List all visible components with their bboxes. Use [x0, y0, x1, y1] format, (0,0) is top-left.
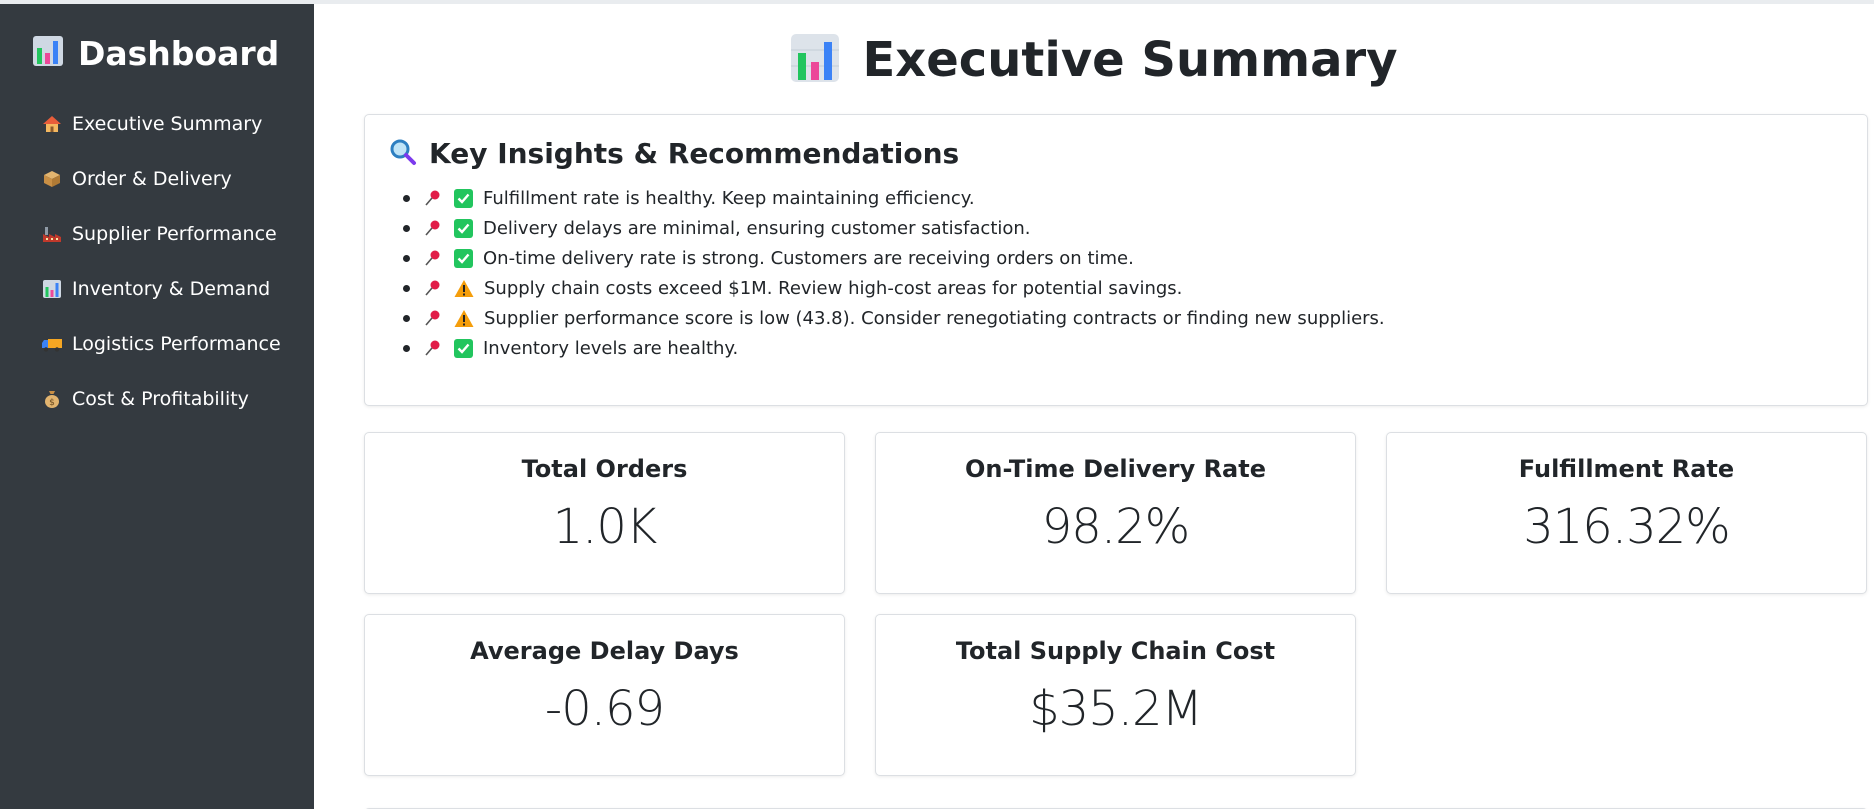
pushpin-icon: [424, 339, 442, 357]
kpi-label: Total Supply Chain Cost: [955, 637, 1276, 665]
sidebar-item-order-delivery[interactable]: Order & Delivery: [40, 151, 310, 206]
sidebar-nav: Executive Summary Order & Delivery Suppl…: [40, 96, 310, 426]
kpi-card-on-time-delivery-rate: On-Time Delivery Rate 98.2%: [875, 432, 1356, 594]
factory-icon: [40, 224, 64, 244]
sidebar-brand-title: Dashboard: [78, 33, 280, 73]
insights-list: Fulfillment rate is healthy. Keep mainta…: [403, 183, 1385, 363]
insight-text: On-time delivery rate is strong. Custome…: [483, 247, 1134, 269]
kpi-label: Total Orders: [521, 455, 688, 483]
sidebar-item-inventory-demand[interactable]: Inventory & Demand: [40, 261, 310, 316]
insight-text: Supplier performance score is low (43.8)…: [484, 307, 1385, 329]
bullet: [403, 224, 410, 232]
kpi-card-total-supply-chain-cost: Total Supply Chain Cost $35.2M: [875, 614, 1356, 776]
list-item: Fulfillment rate is healthy. Keep mainta…: [403, 183, 1385, 213]
warning-icon: [454, 279, 474, 298]
check-icon: [454, 338, 473, 358]
main-content: Executive Summary Key Insights & Recomme…: [314, 4, 1874, 809]
list-item: On-time delivery rate is strong. Custome…: [403, 243, 1385, 273]
insights-title: Key Insights & Recommendations: [429, 137, 960, 170]
house-icon: [40, 114, 64, 134]
list-item: Inventory levels are healthy.: [403, 333, 1385, 363]
sidebar-item-cost-profitability[interactable]: $ Cost & Profitability: [40, 371, 310, 426]
sidebar-item-label: Logistics Performance: [72, 332, 281, 355]
warning-icon: [454, 309, 474, 328]
kpi-card-fulfillment-rate: Fulfillment Rate 316.32%: [1386, 432, 1867, 594]
kpi-value: -0.69: [544, 681, 665, 737]
kpi-label: Fulfillment Rate: [1518, 455, 1735, 483]
kpi-label: On-Time Delivery Rate: [965, 455, 1266, 483]
pushpin-icon: [424, 279, 442, 297]
money-bag-icon: $: [40, 389, 64, 409]
sidebar-brand: Dashboard: [32, 31, 279, 75]
pushpin-icon: [424, 309, 442, 327]
insight-text: Supply chain costs exceed $1M. Review hi…: [484, 277, 1183, 299]
insights-card: Key Insights & Recommendations Fulfillme…: [364, 114, 1868, 406]
kpi-value: $35.2M: [1029, 681, 1203, 737]
bar-chart-icon: [32, 35, 64, 71]
truck-icon: [40, 334, 64, 354]
sidebar-item-label: Inventory & Demand: [72, 277, 271, 300]
check-icon: [454, 188, 473, 208]
sidebar-item-logistics-performance[interactable]: Logistics Performance: [40, 316, 310, 371]
svg-text:$: $: [49, 398, 55, 408]
list-item: Supplier performance score is low (43.8)…: [403, 303, 1385, 333]
bar-chart-icon: [790, 33, 840, 87]
kpi-value: 316.32%: [1523, 499, 1731, 555]
insights-header: Key Insights & Recommendations: [389, 137, 959, 170]
sidebar: Dashboard Executive Summary Order & Deli…: [0, 4, 314, 809]
app-window: Dashboard Executive Summary Order & Deli…: [0, 0, 1874, 809]
kpi-value: 1.0K: [552, 499, 658, 555]
bullet: [403, 254, 410, 262]
sidebar-item-label: Supplier Performance: [72, 222, 277, 245]
check-icon: [454, 248, 473, 268]
insight-text: Fulfillment rate is healthy. Keep mainta…: [483, 187, 975, 209]
page-title: Executive Summary: [862, 32, 1398, 88]
pushpin-icon: [424, 219, 442, 237]
bullet: [403, 344, 410, 352]
bullet: [403, 284, 410, 292]
package-icon: [40, 169, 64, 189]
pushpin-icon: [424, 249, 442, 267]
sidebar-item-label: Order & Delivery: [72, 167, 232, 190]
bar-chart-icon: [40, 279, 64, 299]
kpi-card-average-delay-days: Average Delay Days -0.69: [364, 614, 845, 776]
kpi-value: 98.2%: [1041, 499, 1190, 555]
kpi-card-total-orders: Total Orders 1.0K: [364, 432, 845, 594]
bullet: [403, 194, 410, 202]
sidebar-item-label: Executive Summary: [72, 112, 263, 135]
check-icon: [454, 218, 473, 238]
sidebar-item-label: Cost & Profitability: [72, 387, 249, 410]
list-item: Delivery delays are minimal, ensuring cu…: [403, 213, 1385, 243]
sidebar-item-supplier-performance[interactable]: Supplier Performance: [40, 206, 310, 261]
sidebar-item-executive-summary[interactable]: Executive Summary: [40, 96, 310, 151]
list-item: Supply chain costs exceed $1M. Review hi…: [403, 273, 1385, 303]
bullet: [403, 314, 410, 322]
insight-text: Inventory levels are healthy.: [483, 337, 739, 359]
page-header: Executive Summary: [314, 30, 1874, 90]
insight-text: Delivery delays are minimal, ensuring cu…: [483, 217, 1031, 239]
pushpin-icon: [424, 189, 442, 207]
kpi-label: Average Delay Days: [470, 637, 739, 665]
magnifier-icon: [389, 138, 417, 170]
